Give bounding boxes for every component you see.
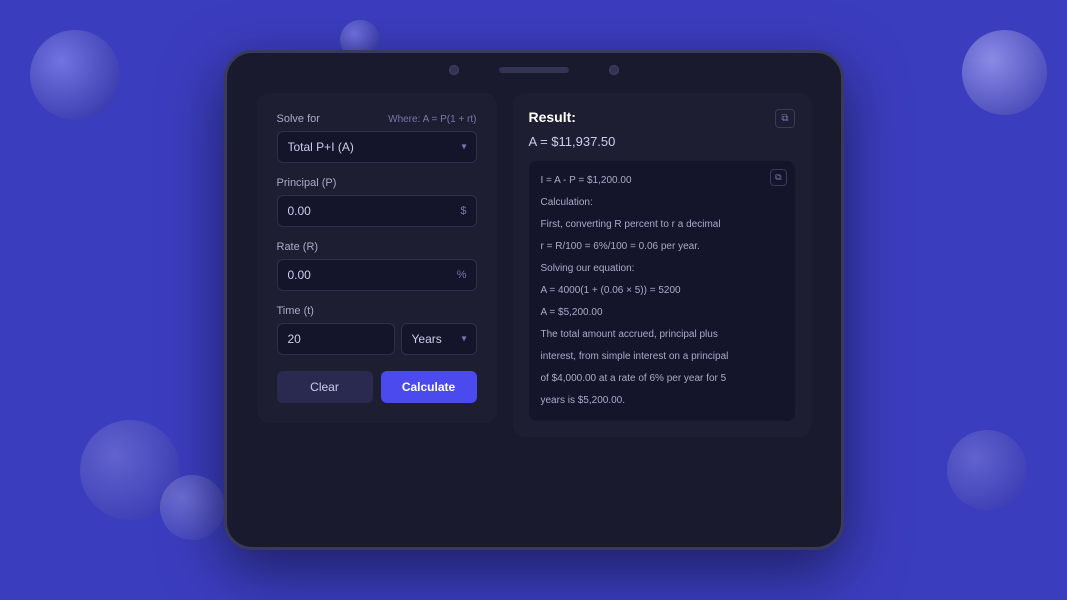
calculate-button[interactable]: Calculate xyxy=(381,371,477,403)
result-detail-box: ⧉ I = A - P = $1,200.00 Calculation: Fir… xyxy=(529,161,795,421)
result-panel: Result: ⧉ A = $11,937.50 ⧉ I = A - P = $… xyxy=(513,93,811,437)
tablet-content: Solve for Where: A = P(1 + rt) Total P+I… xyxy=(227,85,841,547)
principal-group: Principal (P) $ xyxy=(277,177,477,227)
tablet-mic xyxy=(609,65,619,75)
result-title: Result: xyxy=(529,109,576,125)
time-input[interactable] xyxy=(277,323,395,355)
result-detail-copy-button[interactable]: ⧉ xyxy=(770,169,786,186)
rate-input[interactable] xyxy=(277,259,477,291)
decorative-sphere-3 xyxy=(962,30,1047,115)
solve-for-group: Solve for Where: A = P(1 + rt) Total P+I… xyxy=(277,113,477,163)
result-copy-button[interactable]: ⧉ xyxy=(775,109,794,128)
solve-for-formula: Where: A = P(1 + rt) xyxy=(388,114,476,125)
detail-line-2: Calculation: xyxy=(541,195,783,211)
detail-line-8: The total amount accrued, principal plus xyxy=(541,327,783,343)
principal-input-wrapper: $ xyxy=(277,195,477,227)
time-unit-select[interactable]: Years Months xyxy=(401,323,477,355)
result-detail-text: I = A - P = $1,200.00 Calculation: First… xyxy=(541,173,783,409)
tablet-top-bar xyxy=(227,65,841,75)
copy-detail-icon: ⧉ xyxy=(775,172,781,182)
rate-label: Rate (R) xyxy=(277,241,477,253)
tablet-camera xyxy=(449,65,459,75)
rate-group: Rate (R) % xyxy=(277,241,477,291)
time-unit-select-wrapper: Years Months ▾ xyxy=(401,323,477,355)
result-header: Result: ⧉ xyxy=(529,109,795,128)
button-row: Clear Calculate xyxy=(277,371,477,403)
solve-for-select-wrapper: Total P+I (A) Principal (P) Rate (R) Tim… xyxy=(277,131,477,163)
solve-for-label: Solve for xyxy=(277,113,320,125)
detail-line-1: I = A - P = $1,200.00 xyxy=(541,173,783,189)
detail-line-5: Solving our equation: xyxy=(541,261,783,277)
detail-line-6: A = 4000(1 + (0.06 × 5)) = 5200 xyxy=(541,283,783,299)
detail-line-10: of $4,000.00 at a rate of 6% per year fo… xyxy=(541,371,783,387)
decorative-sphere-1 xyxy=(30,30,120,120)
tablet-device: Solve for Where: A = P(1 + rt) Total P+I… xyxy=(224,50,844,550)
principal-label: Principal (P) xyxy=(277,177,477,189)
time-label: Time (t) xyxy=(277,305,477,317)
time-input-row: Years Months ▾ xyxy=(277,323,477,355)
calculator-panel: Solve for Where: A = P(1 + rt) Total P+I… xyxy=(257,93,497,423)
result-main-value: A = $11,937.50 xyxy=(529,134,795,149)
principal-input[interactable] xyxy=(277,195,477,227)
time-group: Time (t) Years Months ▾ xyxy=(277,305,477,355)
detail-line-3: First, converting R percent to r a decim… xyxy=(541,217,783,233)
tablet-speaker xyxy=(499,67,569,73)
detail-line-4: r = R/100 = 6%/100 = 0.06 per year. xyxy=(541,239,783,255)
rate-input-wrapper: % xyxy=(277,259,477,291)
detail-line-11: years is $5,200.00. xyxy=(541,393,783,409)
decorative-sphere-5 xyxy=(160,475,225,540)
solve-for-select[interactable]: Total P+I (A) Principal (P) Rate (R) Tim… xyxy=(277,131,477,163)
detail-line-9: interest, from simple interest on a prin… xyxy=(541,349,783,365)
clear-button[interactable]: Clear xyxy=(277,371,373,403)
decorative-sphere-6 xyxy=(947,430,1027,510)
solve-for-header: Solve for Where: A = P(1 + rt) xyxy=(277,113,477,125)
detail-line-7: A = $5,200.00 xyxy=(541,305,783,321)
copy-icon: ⧉ xyxy=(781,113,788,124)
